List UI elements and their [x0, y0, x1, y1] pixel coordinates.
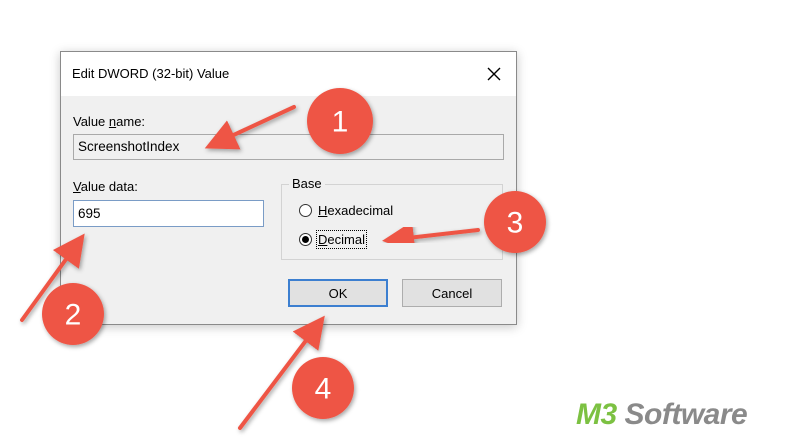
hexadecimal-radio[interactable]: Hexadecimal: [299, 203, 393, 218]
cancel-button[interactable]: Cancel: [402, 279, 502, 307]
value-data-label: Value data:: [73, 179, 138, 194]
value-name-field: ScreenshotIndex: [73, 134, 504, 160]
decimal-radio[interactable]: Decimal: [299, 230, 367, 249]
value-data-input[interactable]: [73, 200, 264, 227]
step-4-annotation: 4: [238, 315, 354, 430]
base-groupbox: [281, 184, 503, 260]
base-group-title: Base: [289, 176, 325, 191]
decimal-radio-label[interactable]: Decimal: [316, 230, 367, 249]
close-icon: [487, 67, 501, 81]
ok-button[interactable]: OK: [288, 279, 388, 307]
step-4-arrow: [238, 315, 325, 430]
close-button[interactable]: [472, 52, 516, 96]
m3-software-logo: M3 Software: [576, 398, 748, 431]
step-4-badge: [292, 357, 354, 419]
decimal-radio-circle[interactable]: [299, 233, 312, 246]
value-name-label: Value name:: [73, 114, 146, 129]
hexadecimal-radio-circle[interactable]: [299, 204, 312, 217]
dialog-titlebar: Edit DWORD (32-bit) Value: [61, 52, 516, 96]
step-4-number: 4: [315, 373, 332, 406]
hexadecimal-radio-label[interactable]: Hexadecimal: [318, 203, 393, 218]
dialog-title: Edit DWORD (32-bit) Value: [72, 66, 230, 81]
edit-dword-dialog: Edit DWORD (32-bit) Value Value name: Sc…: [60, 51, 517, 325]
